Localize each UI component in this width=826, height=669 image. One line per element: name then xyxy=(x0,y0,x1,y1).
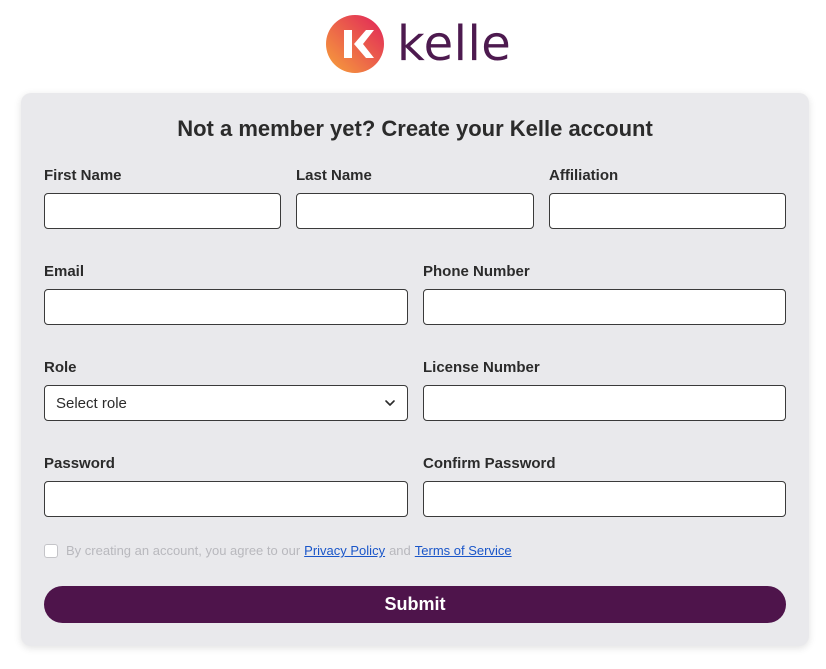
email-group: Email xyxy=(44,262,408,327)
chevron-down-icon xyxy=(385,400,395,406)
license-group: License Number xyxy=(423,358,786,423)
brand-logo: kelle xyxy=(325,14,511,74)
affiliation-group: Affiliation xyxy=(549,166,786,231)
first-name-group: First Name xyxy=(44,166,281,231)
terms-consent: By creating an account, you agree to our… xyxy=(44,543,516,558)
license-input[interactable] xyxy=(423,385,786,421)
last-name-input[interactable] xyxy=(296,193,534,229)
first-name-label: First Name xyxy=(44,167,122,184)
privacy-policy-link[interactable]: Privacy Policy xyxy=(304,543,385,558)
signup-card: Not a member yet? Create your Kelle acco… xyxy=(21,93,809,646)
confirm-password-label: Confirm Password xyxy=(423,455,556,472)
email-input[interactable] xyxy=(44,289,408,325)
role-group: Role Select role xyxy=(44,358,408,423)
phone-group: Phone Number xyxy=(423,262,786,327)
affiliation-input[interactable] xyxy=(549,193,786,229)
affiliation-label: Affiliation xyxy=(549,167,619,184)
form-title: Not a member yet? Create your Kelle acco… xyxy=(177,116,653,141)
terms-of-service-link[interactable]: Terms of Service xyxy=(415,543,512,558)
license-label: License Number xyxy=(423,359,540,376)
email-label: Email xyxy=(44,263,85,280)
consent-text: By creating an account, you agree to our xyxy=(66,543,301,558)
role-label: Role xyxy=(44,359,77,376)
phone-label: Phone Number xyxy=(423,263,530,280)
phone-input[interactable] xyxy=(423,289,786,325)
confirm-password-input[interactable] xyxy=(423,481,786,517)
terms-checkbox[interactable] xyxy=(44,543,58,558)
consent-and-text: and xyxy=(389,543,411,558)
password-input[interactable] xyxy=(44,481,408,517)
password-label: Password xyxy=(44,455,115,472)
kelle-logo-icon xyxy=(326,15,384,73)
last-name-group: Last Name xyxy=(296,166,534,231)
password-group: Password xyxy=(44,454,408,519)
first-name-input[interactable] xyxy=(44,193,281,229)
submit-button[interactable]: Submit xyxy=(44,586,786,623)
brand-name: kelle xyxy=(397,16,512,72)
last-name-label: Last Name xyxy=(296,167,372,184)
role-select-value: Select role xyxy=(56,394,127,412)
confirm-password-group: Confirm Password xyxy=(423,454,786,519)
role-select[interactable]: Select role xyxy=(44,385,408,421)
